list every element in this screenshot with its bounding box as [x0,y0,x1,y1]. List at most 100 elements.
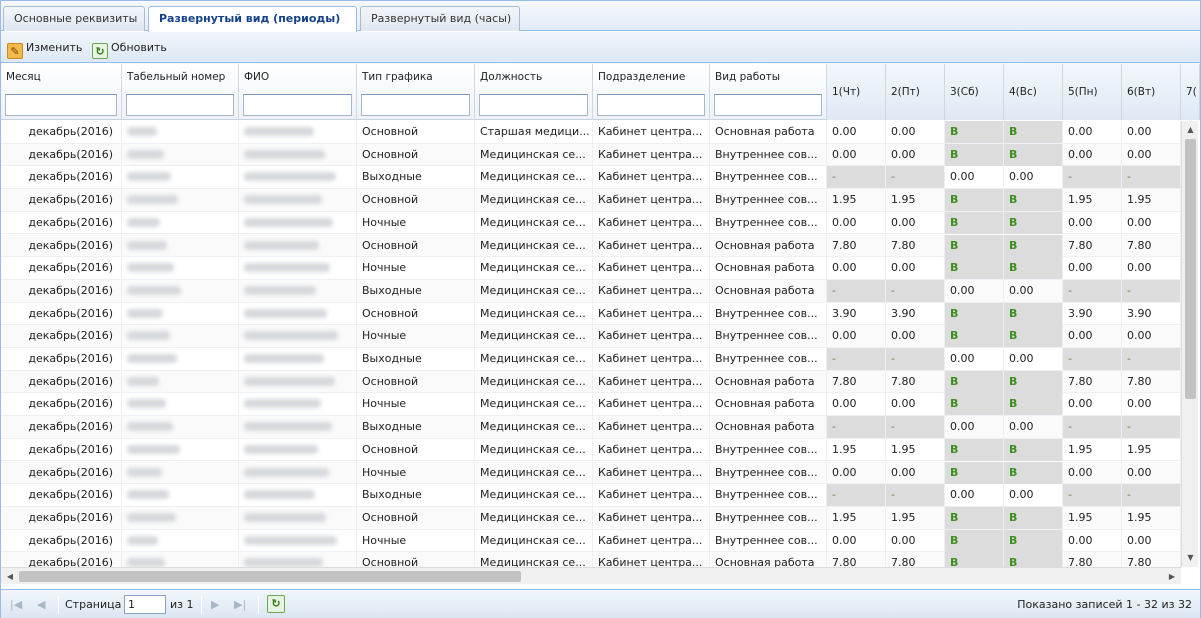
full-name-cell-redacted [239,529,357,552]
horizontal-scrollbar[interactable]: ◀ ▶ [1,567,1181,584]
column-day-6-cell: 0.00 [1122,121,1181,143]
table-row[interactable]: декабрь(2016) Основной Медицинская се... Ка… [1,506,1181,530]
table-row[interactable]: декабрь(2016) Основной Медицинская се... Ка… [1,189,1181,212]
table-row[interactable]: декабрь(2016) Основной Медицинская се... Ка… [1,234,1181,258]
column-department-cell: Кабинет центра... [593,325,710,348]
next-page-icon[interactable]: ▶ [211,597,219,613]
scroll-left-icon[interactable]: ◀ [3,568,17,585]
column-work-type-filter-input[interactable] [714,94,822,116]
tab-number-cell-redacted [122,552,239,567]
column-month-cell: декабрь(2016) [1,257,122,280]
tab-expanded-periods[interactable]: Развернутый вид (периоды) [148,6,357,32]
table-row[interactable]: декабрь(2016) Ночные Медицинская се... Каби… [1,257,1181,280]
column-day-2-cell: 0.00 [886,257,945,280]
scroll-right-icon[interactable]: ▶ [1165,568,1179,585]
tab-number-cell-redacted [122,348,239,370]
column-day-6-cell: 0.00 [1122,143,1181,166]
table-row[interactable]: декабрь(2016) Основной Медицинская се... Ка… [1,370,1181,394]
column-day-4-cell: 0.00 [1004,348,1063,370]
column-day-4-header[interactable]: 4(Вс) [1004,64,1063,120]
table-row[interactable]: декабрь(2016) Основной Медицинская се... Ка… [1,552,1181,567]
column-day-5-header[interactable]: 5(Пн) [1063,64,1122,120]
column-day-3-cell: В [945,325,1004,348]
column-day-1-cell: 7.80 [827,552,886,567]
column-schedule-type-header[interactable]: Тип графика [357,64,475,120]
table-row[interactable]: декабрь(2016) Основной Старшая медици... Ка… [1,121,1181,144]
refresh-button[interactable]: ↻ Обновить [92,39,167,59]
column-month-header[interactable]: Месяц [1,64,122,120]
column-day-5-cell: 3.90 [1063,302,1122,325]
table-row[interactable]: декабрь(2016) Ночные Медицинская се... Каби… [1,461,1181,485]
column-full-name-filter-input[interactable] [243,94,352,116]
column-position-header[interactable]: Должность [475,64,593,120]
table-row[interactable]: декабрь(2016) Основной Медицинская се... Ка… [1,438,1181,462]
vertical-scroll-thumb[interactable] [1185,139,1196,399]
column-work-type-cell: Внутреннее сов... [710,302,827,325]
column-department-cell: Кабинет центра... [593,393,710,416]
tab-number-cell-redacted [122,143,239,166]
redacted-text [127,467,162,477]
column-schedule-type-filter-input[interactable] [361,94,470,116]
column-day-1-cell: 0.00 [827,121,886,143]
table-row[interactable]: декабрь(2016) Основной Медицинская се... Ка… [1,143,1181,167]
prev-page-icon[interactable]: ◀ [37,597,45,613]
table-row[interactable]: декабрь(2016) Ночные Медицинская се... Каби… [1,529,1181,553]
vertical-scrollbar[interactable]: ▲ ▼ [1181,121,1198,567]
column-position-cell: Старшая медици... [475,121,593,143]
column-department-cell: Кабинет центра... [593,370,710,393]
column-work-type-cell: Внутреннее сов... [710,506,827,529]
column-work-type-header[interactable]: Вид работы [710,64,827,120]
pager-refresh-icon[interactable]: ↻ [267,595,285,613]
column-day-3-cell: В [945,393,1004,416]
tab-basic-details[interactable]: Основные реквизиты [3,6,145,31]
table-row[interactable]: декабрь(2016) Ночные Медицинская се... Каби… [1,211,1181,235]
column-month-cell: декабрь(2016) [1,348,122,370]
table-row[interactable]: декабрь(2016) Выходные Медицинская се... Ка… [1,279,1181,303]
tab-number-cell-redacted [122,506,239,529]
column-month-filter-input[interactable] [5,94,117,116]
page-number-input[interactable]: 1 [124,595,166,614]
column-day-2-cell: 0.00 [886,393,945,416]
redacted-text [244,172,336,182]
horizontal-scroll-thumb[interactable] [19,571,521,582]
first-page-icon[interactable]: |◀ [10,597,22,613]
column-tab-number-filter-input[interactable] [126,94,234,116]
column-day-1-header[interactable]: 1(Чт) [827,64,886,120]
scroll-up-icon[interactable]: ▲ [1182,123,1199,137]
table-row[interactable]: декабрь(2016) Выходные Медицинская се... Ка… [1,348,1181,371]
edit-button-label: Изменить [26,41,83,54]
column-day-7-header[interactable]: 7( [1181,64,1200,120]
full-name-cell-redacted [239,393,357,416]
redacted-text [127,127,157,136]
column-header-label: 5(Пн) [1068,86,1098,98]
column-month-cell: декабрь(2016) [1,143,122,166]
pager-separator [58,596,59,614]
column-tab-number-header[interactable]: Табельный номер [122,64,239,120]
tab-number-cell-redacted [122,461,239,484]
scroll-down-icon[interactable]: ▼ [1182,551,1199,565]
table-row[interactable]: декабрь(2016) Ночные Медицинская се... Каби… [1,393,1181,417]
column-position-cell: Медицинская се... [475,279,593,302]
table-row[interactable]: декабрь(2016) Выходные Медицинская се... Ка… [1,416,1181,439]
edit-button[interactable]: ✎ Изменить [7,39,83,59]
tab-number-cell-redacted [122,325,239,348]
paging-toolbar: |◀ ◀ Страница 1 из 1 ▶ ▶| ↻ Показано зап… [1,589,1200,618]
redacted-text [244,285,316,295]
column-day-2-header[interactable]: 2(Пт) [886,64,945,120]
column-day-3-cell: В [945,234,1004,257]
tab-expanded-hours[interactable]: Развернутый вид (часы) [360,6,520,31]
column-department-header[interactable]: Подразделение [593,64,710,120]
column-day-6-header[interactable]: 6(Вт) [1122,64,1181,120]
column-department-filter-input[interactable] [597,94,705,116]
table-row[interactable]: декабрь(2016) Основной Медицинская се... Ка… [1,302,1181,326]
table-row[interactable]: декабрь(2016) Ночные Медицинская се... Каби… [1,325,1181,348]
column-full-name-header[interactable]: ФИО [239,64,357,120]
column-position-filter-input[interactable] [479,94,588,116]
last-page-icon[interactable]: ▶| [234,597,246,613]
table-row[interactable]: декабрь(2016) Выходные Медицинская се... Ка… [1,484,1181,507]
column-day-3-header[interactable]: 3(Сб) [945,64,1004,120]
redacted-text [244,263,330,273]
column-position-cell: Медицинская се... [475,416,593,439]
table-row[interactable]: декабрь(2016) Выходные Медицинская се... Ка… [1,166,1181,190]
grid-header: Месяц Табельный номер ФИО Тип графика Должно… [1,64,1200,120]
